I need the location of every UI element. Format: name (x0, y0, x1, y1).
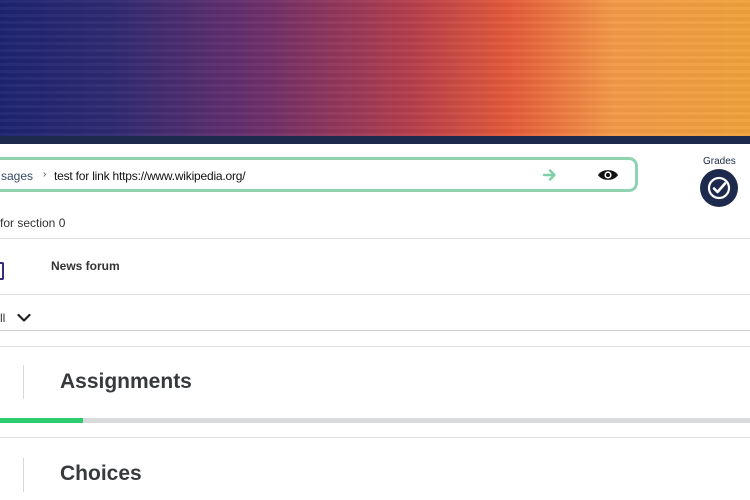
arrow-right-icon[interactable] (541, 166, 559, 184)
section-title-choices[interactable]: Choices (60, 462, 142, 486)
section-progress-fill (0, 418, 83, 423)
divider (0, 346, 750, 347)
grades-button[interactable] (700, 169, 738, 207)
breadcrumb-bar: sages › test for link https://www.wikipe… (0, 157, 638, 192)
activity-link-news-forum[interactable]: News forum (51, 259, 120, 273)
divider (0, 294, 750, 295)
eye-icon[interactable] (597, 167, 619, 183)
section-divider (23, 458, 24, 492)
section-progress-bar (0, 418, 750, 423)
breadcrumb-item-messages[interactable]: sages (1, 169, 33, 183)
forum-icon (0, 262, 4, 280)
section-divider (23, 365, 24, 399)
divider (0, 330, 750, 331)
check-circle-icon (707, 176, 731, 200)
breadcrumb-separator: › (43, 169, 47, 180)
grades-label: Grades (703, 156, 736, 167)
course-banner-image (0, 0, 750, 136)
banner-bottom-strip (0, 136, 750, 144)
divider (0, 238, 750, 239)
collapse-all-label[interactable]: ll (0, 311, 5, 325)
section-description: for section 0 (0, 216, 66, 230)
section-title-assignments[interactable]: Assignments (60, 370, 192, 394)
breadcrumb-item-current[interactable]: test for link https://www.wikipedia.org/ (54, 169, 246, 183)
chevron-down-icon[interactable] (17, 313, 31, 323)
divider (0, 437, 750, 438)
